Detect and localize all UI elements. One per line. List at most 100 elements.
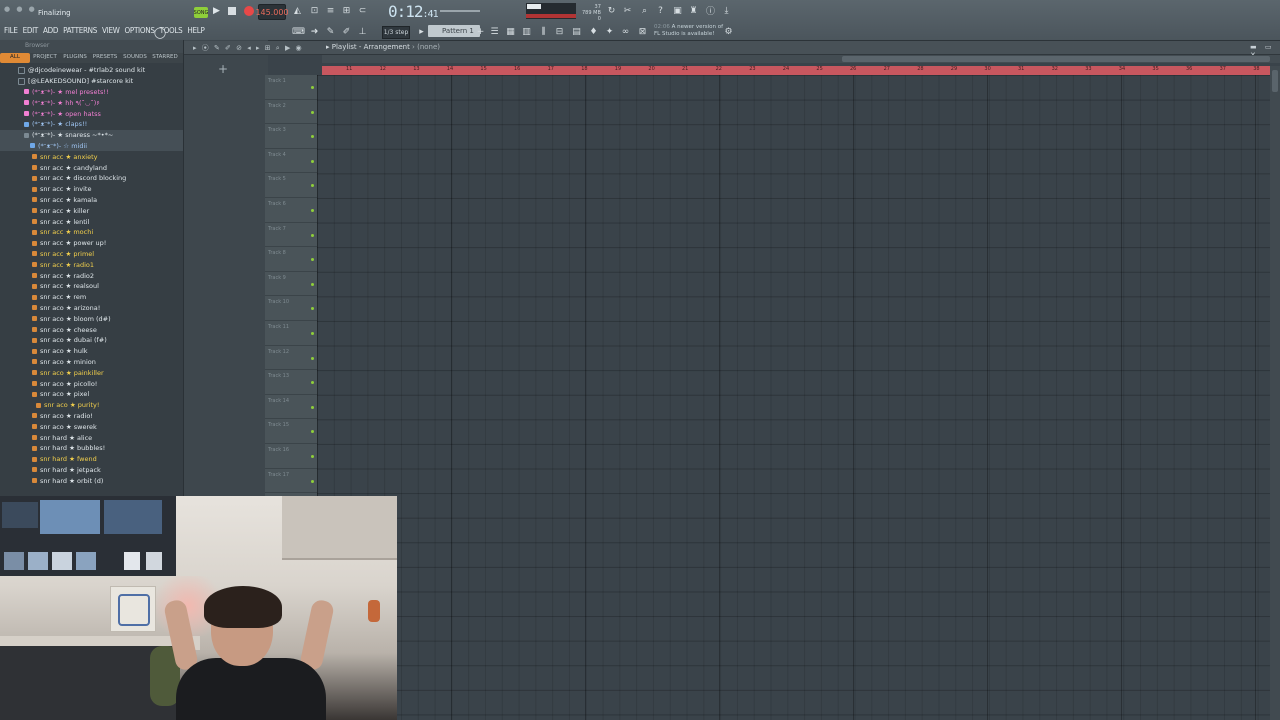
browser-item[interactable]: snr acc ★ radio2 — [0, 270, 183, 281]
toggle-icon[interactable]: ⊠ — [637, 26, 648, 37]
browser-item[interactable]: snr acc ★ discord blocking — [0, 173, 183, 184]
browser-item[interactable]: snr hard ★ jetpack — [0, 465, 183, 476]
track-header[interactable]: Track 1 — [265, 75, 317, 100]
browser-item[interactable]: snr acc ★ candyland — [0, 162, 183, 173]
browser-tab-plugins[interactable]: PLUGINS — [60, 53, 90, 63]
track-mute-led[interactable] — [311, 455, 314, 458]
browser-item[interactable]: snr aco ★ dubai (f#) — [0, 335, 183, 346]
track-header[interactable]: Track 10 — [265, 296, 317, 321]
vertical-scroll[interactable] — [1270, 66, 1280, 720]
browser-item[interactable]: (*ᵔᴥᵔ*)- ★ snaress ~*•*~ — [0, 129, 183, 141]
browser-item[interactable]: snr acc ★ kamala — [0, 195, 183, 206]
browser-item[interactable]: snr aco ★ purity! — [0, 400, 183, 411]
track-header[interactable]: Track 9 — [265, 272, 317, 297]
menu-help[interactable]: HELP — [187, 26, 204, 35]
track-header[interactable]: Track 16 — [265, 444, 317, 469]
tool-icon[interactable]: ✦ — [604, 26, 615, 37]
save-icon[interactable]: ▣ — [672, 5, 683, 16]
loop-record-icon[interactable]: ⊂ — [357, 5, 368, 16]
link-icon[interactable]: ∞ — [620, 26, 631, 37]
track-mute-led[interactable] — [311, 110, 314, 114]
browser-item[interactable]: [@LEAKEDSOUND] #starcore kit — [0, 76, 183, 87]
browser-item[interactable]: snr hard ★ bubbles! — [0, 443, 183, 454]
track-mute-led[interactable] — [311, 356, 314, 360]
vertical-scroll-thumb[interactable] — [1272, 70, 1278, 92]
browser-item[interactable]: snr hard ★ fwend — [0, 454, 183, 465]
piano-roll-icon[interactable]: ▥ — [521, 26, 532, 37]
playlist-tools[interactable]: ▸ ⦿ ✎ ✐ ⊘ ◂ ▸ ⊞ ⌕ ▶ ◉ — [193, 43, 303, 53]
track-mute-led[interactable] — [311, 282, 314, 286]
browser-item[interactable]: snr aco ★ bloom (d#) — [0, 313, 183, 324]
track-mute-led[interactable] — [311, 159, 314, 163]
browser-item[interactable]: snr aco ★ radio! — [0, 411, 183, 422]
browser-item[interactable]: snr aco ★ cheese — [0, 324, 183, 335]
browser-item[interactable]: snr aco ★ minion — [0, 357, 183, 368]
track-header[interactable]: Track 7 — [265, 223, 317, 248]
track-mute-led[interactable] — [311, 258, 314, 262]
stop-icon[interactable] — [228, 7, 236, 15]
browser-tab-sounds[interactable]: SOUNDS — [120, 53, 150, 63]
browser-item[interactable]: snr aco ★ painkiller — [0, 367, 183, 378]
snap-icon[interactable]: ⌨ — [292, 26, 305, 37]
browser-item[interactable]: snr acc ★ lentil — [0, 216, 183, 227]
plugin-db-icon[interactable]: ♦ — [588, 26, 599, 37]
track-header[interactable]: Track 15 — [265, 419, 317, 444]
browser-item[interactable]: snr acc ★ anxiety — [0, 151, 183, 162]
download-icon[interactable]: ⤓ — [721, 5, 732, 16]
track-mute-led[interactable] — [311, 184, 314, 188]
browser-item[interactable]: snr aco ★ picollo! — [0, 378, 183, 389]
track-header[interactable]: Track 11 — [265, 321, 317, 346]
menu-options[interactable]: OPTIONS — [125, 26, 155, 35]
record-icon[interactable] — [244, 6, 254, 16]
track-header[interactable]: Track 12 — [265, 346, 317, 371]
mixer-icon[interactable]: ⫼ — [538, 26, 549, 37]
browser-item[interactable]: snr acc ★ radio1 — [0, 259, 183, 270]
master-volume-slider[interactable] — [440, 10, 480, 12]
track-header[interactable]: Track 5 — [265, 173, 317, 198]
browser-item[interactable]: snr aco ★ arizona! — [0, 303, 183, 314]
browser-item[interactable]: (*ᵔᴥᵔ*)- ★ open hatss — [0, 108, 183, 119]
arrangement-grid[interactable] — [317, 75, 1270, 720]
plugin-icon[interactable]: ♜ — [688, 5, 699, 16]
browser-item[interactable]: snr acc ★ power up! — [0, 238, 183, 249]
browser-item[interactable]: snr hard ★ orbit (d) — [0, 475, 183, 486]
pattern-selector[interactable]: Pattern 1 — [428, 25, 480, 37]
track-header[interactable]: Track 17 — [265, 469, 317, 494]
track-mute-led[interactable] — [311, 307, 314, 311]
blend-notes-icon[interactable]: ⊞ — [341, 5, 352, 16]
update-notice[interactable]: 02:06 A newer version of FL Studio is av… — [654, 24, 723, 38]
stamp-icon[interactable]: ⊥ — [357, 26, 368, 37]
snap-step-select[interactable]: 1/3 step — [382, 26, 410, 39]
track-header[interactable]: Track 3 — [265, 124, 317, 149]
timeline-ruler[interactable]: 11 12 13 14 15 16 17 18 19 20 21 22 23 24 25 26 27 28 29 30… — [322, 66, 1270, 75]
help-icon[interactable]: ? — [655, 5, 666, 16]
arrow-right-icon[interactable]: ➜ — [309, 26, 320, 37]
tempo-display[interactable]: 145.000 — [255, 4, 289, 20]
browser-item[interactable]: snr acc ★ realsoul — [0, 281, 183, 292]
track-mute-led[interactable] — [311, 479, 314, 483]
wait-input-icon[interactable]: ⊡ — [309, 5, 320, 16]
track-header[interactable]: Track 4 — [265, 149, 317, 174]
refresh-icon[interactable]: ↻ — [606, 5, 617, 16]
pattern-prev-icon[interactable]: ▸ — [416, 26, 427, 37]
track-mute-led[interactable] — [311, 332, 314, 335]
step-sequencer-icon[interactable]: ▦ — [505, 26, 516, 37]
settings-icon[interactable]: ⚙ — [723, 26, 734, 37]
browser-item[interactable]: snr acc ★ invite — [0, 184, 183, 195]
menu-patterns[interactable]: PATTERNS — [63, 26, 97, 35]
browser-item[interactable]: (*ᵔᴥᵔ*)- ★ claps!! — [0, 119, 183, 130]
track-mute-led[interactable] — [311, 86, 314, 89]
info-icon[interactable]: ⓘ — [705, 5, 716, 17]
add-icon[interactable]: + — [218, 62, 228, 76]
browser-item[interactable]: snr acc ★ rem — [0, 292, 183, 303]
browser-item[interactable]: snr acc ★ killer — [0, 205, 183, 216]
metronome-icon[interactable]: ◭ — [292, 5, 303, 16]
browser-item[interactable]: (*ᵔᴥᵔ*)- ★ hh ٩(˘◡˘)۶ — [0, 97, 183, 108]
window-controls[interactable]: ● ● ● — [4, 5, 37, 13]
browser-item[interactable]: (*ᵔᴥᵔ*)- ☆ midii — [0, 140, 183, 152]
countdown-icon[interactable]: ≡ — [325, 5, 336, 16]
menu-file[interactable]: FILE — [4, 26, 18, 35]
track-header[interactable]: Track 8 — [265, 247, 317, 272]
microphone-icon[interactable]: ⌕ — [639, 5, 650, 16]
play-icon[interactable]: ▶ — [213, 6, 220, 16]
